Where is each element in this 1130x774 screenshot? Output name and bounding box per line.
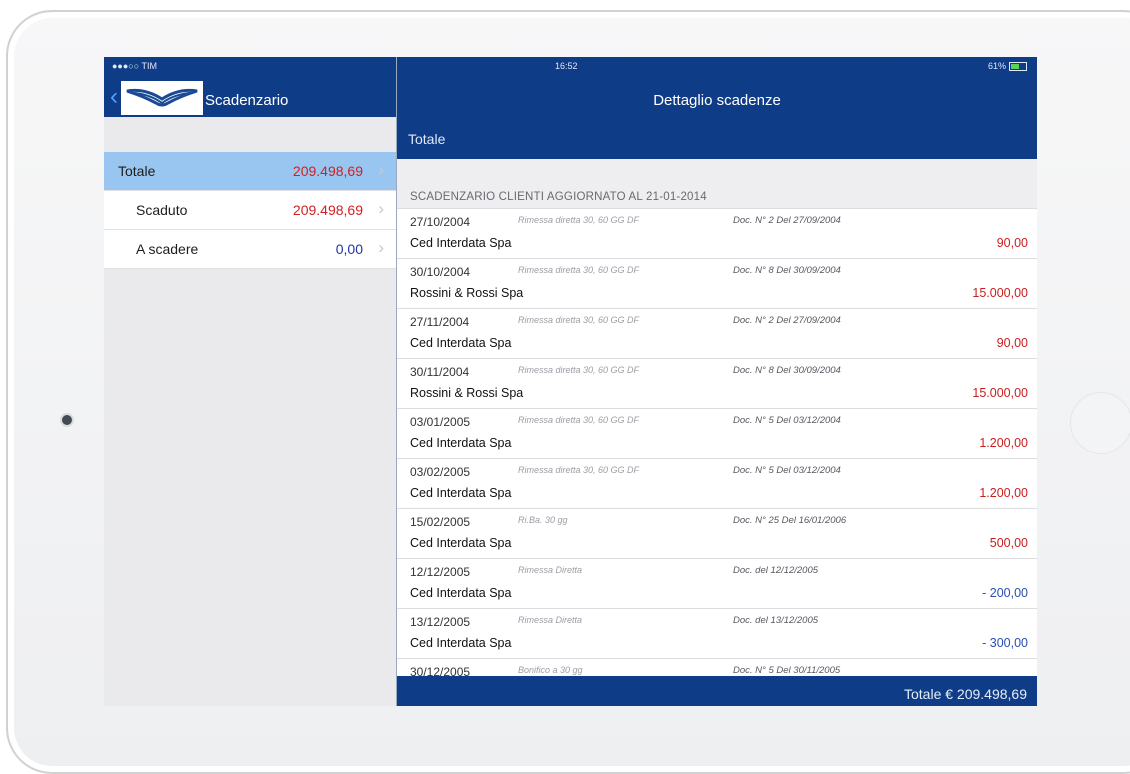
entry-customer: Rossini & Rossi Spa xyxy=(410,386,524,400)
entry-document: Doc. del 12/12/2005 xyxy=(733,565,819,576)
entry-date: 03/01/2005 xyxy=(410,415,471,429)
entry-amount: 1.200,00 xyxy=(979,436,1028,450)
list-item-a-scadere[interactable]: A scadere 0,00 › xyxy=(104,230,396,269)
entry-row[interactable]: 12/12/2005 Rimessa Diretta Doc. del 12/12/… xyxy=(397,559,1037,609)
entry-payment-mode: Rimessa Diretta xyxy=(518,565,583,575)
entry-payment-mode: Rimessa diretta 30, 60 GG DF xyxy=(518,215,640,225)
entry-payment-mode: Rimessa diretta 30, 60 GG DF xyxy=(518,315,640,325)
left-nav-title: Scadenzario xyxy=(205,92,289,109)
entry-row[interactable]: 15/02/2005 Ri.Ba. 30 gg Doc. N° 25 Del 16/… xyxy=(397,509,1037,559)
entry-payment-mode: Ri.Ba. 30 gg xyxy=(518,515,568,525)
entry-document: Doc. del 13/12/2005 xyxy=(733,615,819,626)
entry-payment-mode: Bonifico a 30 gg xyxy=(518,665,583,675)
entry-payment-mode: Rimessa Diretta xyxy=(518,615,583,625)
list-item-label: A scadere xyxy=(136,241,199,257)
status-time: 16:52 xyxy=(555,61,578,71)
list-item-label: Totale xyxy=(118,163,156,179)
entry-document: Doc. N° 5 Del 03/12/2004 xyxy=(733,415,841,426)
list-item-label: Scaduto xyxy=(136,202,188,218)
entry-customer: Rossini & Rossi Spa xyxy=(410,286,524,300)
entry-row[interactable]: 30/10/2004 Rimessa diretta 30, 60 GG DF Do… xyxy=(397,259,1037,309)
entry-date: 15/02/2005 xyxy=(410,515,471,529)
screen: ●●●○○ TIM 16:52 61% ‹ Scadenzario Dettag… xyxy=(104,57,1037,706)
list-item-value: 209.498,69 xyxy=(292,202,363,218)
entry-row[interactable]: 03/02/2005 Rimessa diretta 30, 60 GG DF Do… xyxy=(397,459,1037,509)
entry-row[interactable]: 13/12/2005 Rimessa Diretta Doc. del 13/12/… xyxy=(397,609,1037,659)
entry-customer: Ced Interdata Spa xyxy=(410,436,512,450)
entry-amount: 15.000,00 xyxy=(972,386,1028,400)
carrier-signal: ●●●○○ TIM xyxy=(112,61,158,71)
navigation-bar: ●●●○○ TIM 16:52 61% ‹ Scadenzario Dettag… xyxy=(104,57,1037,117)
entry-amount: 90,00 xyxy=(996,236,1028,250)
battery-percentage: 61% xyxy=(987,61,1006,71)
entry-date: 30/12/2005 xyxy=(410,665,471,676)
entry-amount: 90,00 xyxy=(996,336,1028,350)
entry-payment-mode: Rimessa diretta 30, 60 GG DF xyxy=(518,415,640,425)
entry-customer: Ced Interdata Spa xyxy=(410,236,512,250)
entry-payment-mode: Rimessa diretta 30, 60 GG DF xyxy=(518,465,640,475)
entry-row[interactable]: 30/11/2004 Rimessa diretta 30, 60 GG DF Do… xyxy=(397,359,1037,409)
entry-date: 30/11/2004 xyxy=(410,365,470,379)
entry-date: 13/12/2005 xyxy=(410,615,471,629)
footer-total: Totale € 209.498,69 xyxy=(904,686,1027,702)
entry-customer: Ced Interdata Spa xyxy=(410,636,512,650)
entry-amount: - 300,00 xyxy=(982,636,1028,650)
entry-date: 12/12/2005 xyxy=(410,565,471,579)
entry-row[interactable]: 03/01/2005 Rimessa diretta 30, 60 GG DF Do… xyxy=(397,409,1037,459)
entry-document: Doc. N° 2 Del 27/09/2004 xyxy=(733,215,841,226)
entry-amount: 15.000,00 xyxy=(972,286,1028,300)
back-chevron-icon[interactable]: ‹ xyxy=(110,85,118,109)
entry-amount: 500,00 xyxy=(989,536,1028,550)
battery-icon xyxy=(1009,61,1027,71)
entry-document: Doc. N° 8 Del 30/09/2004 xyxy=(733,365,841,376)
entry-document: Doc. N° 2 Del 27/09/2004 xyxy=(733,315,841,326)
total-footer: Totale € 209.498,69 xyxy=(397,676,1037,706)
detail-pane: Totale SCADENZARIO CLIENTI AGGIORNATO AL… xyxy=(397,117,1037,706)
entry-amount: 1.200,00 xyxy=(979,486,1028,500)
entry-customer: Ced Interdata Spa xyxy=(410,586,512,600)
detail-sub-header: Totale xyxy=(397,117,1037,159)
entry-customer: Ced Interdata Spa xyxy=(410,336,512,350)
entries-list[interactable]: 27/10/2004 Rimessa diretta 30, 60 GG DF Do… xyxy=(397,209,1037,676)
entry-document: Doc. N° 25 Del 16/01/2006 xyxy=(733,515,847,526)
entry-date: 03/02/2005 xyxy=(410,465,471,479)
list-item-totale[interactable]: Totale 209.498,69 › xyxy=(104,152,396,191)
entry-payment-mode: Rimessa diretta 30, 60 GG DF xyxy=(518,365,640,375)
master-list: Totale 209.498,69 › Scaduto 209.498,69 ›… xyxy=(104,117,396,706)
entry-date: 27/10/2004 xyxy=(410,215,471,229)
entry-document: Doc. N° 5 Del 03/12/2004 xyxy=(733,465,841,476)
entry-document: Doc. N° 8 Del 30/09/2004 xyxy=(733,265,841,276)
chevron-right-icon: › xyxy=(378,199,384,218)
home-button[interactable] xyxy=(1070,392,1130,454)
entry-row[interactable]: 27/10/2004 Rimessa diretta 30, 60 GG DF Do… xyxy=(397,209,1037,259)
entry-date: 27/11/2004 xyxy=(410,315,470,329)
list-item-value: 0,00 xyxy=(335,241,363,257)
list-item-scaduto[interactable]: Scaduto 209.498,69 › xyxy=(104,191,396,230)
company-logo xyxy=(121,81,203,115)
battery-status: 61% xyxy=(988,61,1027,71)
entry-document: Doc. N° 5 Del 30/11/2005 xyxy=(733,665,841,676)
right-nav-title: Dettaglio scadenze xyxy=(653,92,781,109)
entry-row[interactable]: 27/11/2004 Rimessa diretta 30, 60 GG DF Do… xyxy=(397,309,1037,359)
entry-customer: Ced Interdata Spa xyxy=(410,536,512,550)
chevron-right-icon: › xyxy=(378,160,384,179)
entry-row[interactable]: 30/12/2005 Bonifico a 30 gg Doc. N° 5 Del … xyxy=(397,659,1037,676)
sub-header-title: Totale xyxy=(408,131,446,147)
entry-payment-mode: Rimessa diretta 30, 60 GG DF xyxy=(518,265,640,275)
entry-amount: - 200,00 xyxy=(982,586,1028,600)
section-header-text: SCADENZARIO CLIENTI AGGIORNATO AL 21-01-… xyxy=(410,191,707,203)
entry-customer: Ced Interdata Spa xyxy=(410,486,512,500)
entry-date: 30/10/2004 xyxy=(410,265,471,279)
camera-icon xyxy=(62,415,72,425)
section-header: SCADENZARIO CLIENTI AGGIORNATO AL 21-01-… xyxy=(397,159,1037,209)
list-item-value: 209.498,69 xyxy=(292,163,363,179)
chevron-right-icon: › xyxy=(378,238,384,257)
